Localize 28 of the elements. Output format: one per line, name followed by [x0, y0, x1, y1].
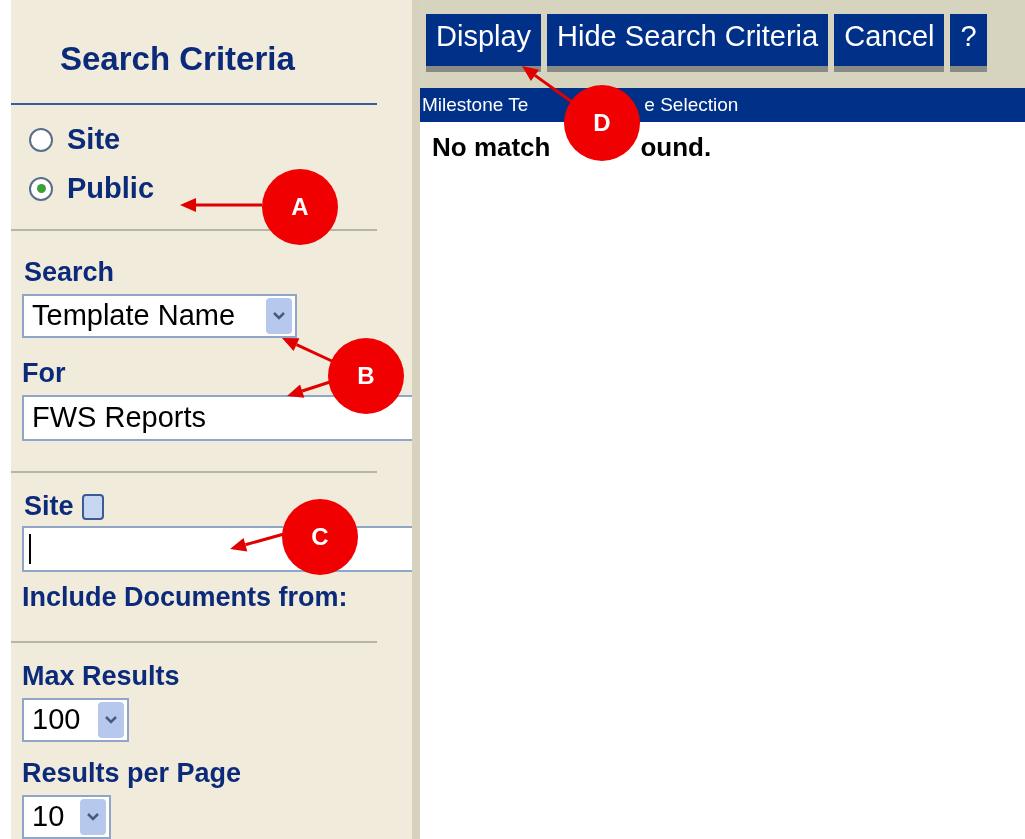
panel-title: Search Criteria: [60, 42, 296, 75]
dropdown[interactable]: 100: [22, 698, 129, 742]
dropdown[interactable]: Template Name: [22, 294, 297, 338]
text-cursor: [29, 534, 31, 564]
field-label: Site: [24, 493, 74, 520]
toolbar-button[interactable]: Display: [426, 14, 542, 72]
radio-button[interactable]: [29, 127, 53, 152]
browse-icon: [81, 493, 104, 520]
text-field[interactable]: FWS Reports: [22, 395, 412, 441]
radio-button[interactable]: [29, 176, 53, 201]
radio-label: Site: [67, 125, 121, 154]
field-label: Max Results: [22, 663, 180, 690]
radio-label: Public: [67, 174, 154, 203]
field-label: Include Documents from:: [22, 584, 348, 611]
toolbar-button[interactable]: Cancel: [834, 14, 945, 72]
callout-badge: D: [564, 85, 640, 161]
message-text: ound.: [640, 131, 712, 164]
header-text: e Selection: [644, 92, 739, 117]
dropdown[interactable]: 10: [22, 795, 111, 839]
field-label: Results per Page: [22, 760, 242, 787]
field-label: For: [22, 360, 66, 387]
header-text: Milestone Te: [422, 92, 529, 117]
field-label: Search: [24, 259, 115, 286]
arrow: [230, 532, 285, 552]
toolbar-button[interactable]: Hide Search Criteria: [547, 14, 829, 72]
toolbar-button[interactable]: ?: [950, 14, 987, 72]
arrow: [287, 380, 331, 398]
message-text: No match: [432, 131, 551, 164]
